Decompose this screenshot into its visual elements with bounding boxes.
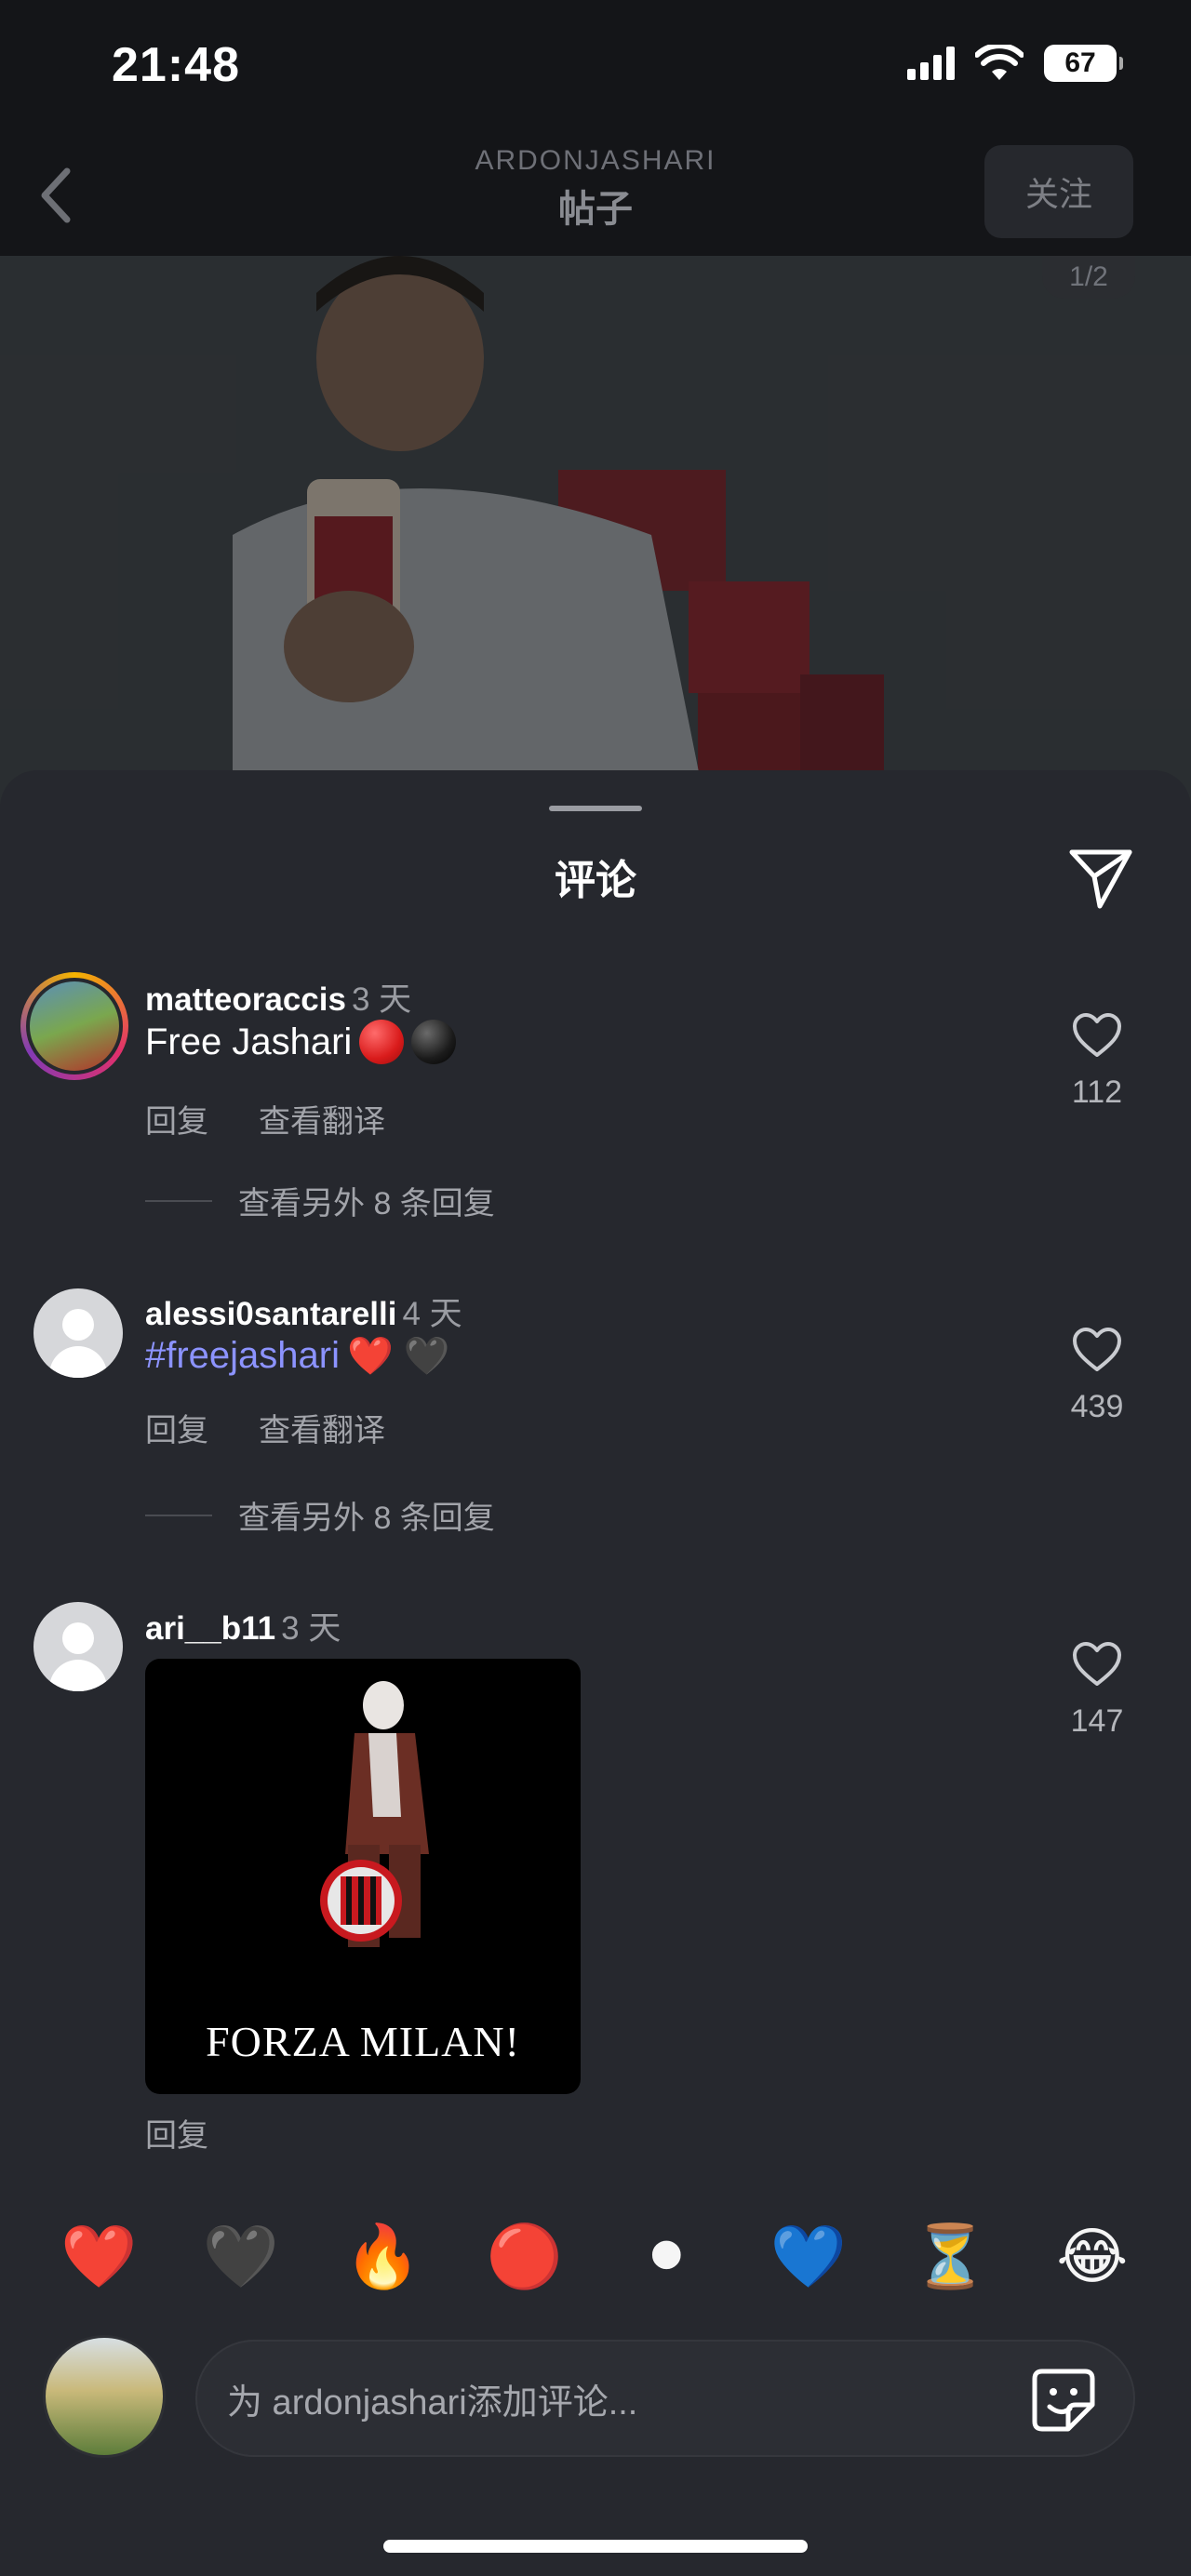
emoji-black-circle[interactable]: ⚫	[629, 2219, 703, 2293]
emoji-heart-red[interactable]: ❤️	[60, 2219, 137, 2293]
comment-time: 3 天	[351, 981, 412, 1018]
comment-username[interactable]: alessi0santarelli	[145, 1296, 396, 1332]
divider	[145, 1199, 212, 1202]
sticker-icon	[1032, 2369, 1095, 2432]
heart-icon[interactable]	[1072, 1012, 1122, 1059]
sticker-button[interactable]	[1029, 2366, 1098, 2435]
comment-time: 4 天	[402, 1296, 462, 1332]
divider	[145, 1514, 212, 1516]
status-bar: 21:48 67	[0, 0, 1191, 140]
comment-text: Free Jashari	[145, 1020, 457, 1064]
translate-button[interactable]: 查看翻译	[259, 1405, 385, 1450]
comment-input-placeholder: 为 ardonjashari添加评论...	[227, 2382, 638, 2423]
reply-button[interactable]: 回复	[145, 2110, 208, 2156]
status-icons: 67	[907, 45, 1123, 82]
comment-actions: 回复	[145, 2110, 208, 2156]
like-count: 112	[1071, 1074, 1123, 1110]
share-button[interactable]	[1068, 845, 1133, 910]
black-circle-icon	[411, 1020, 457, 1064]
heart-icon[interactable]	[1072, 1327, 1122, 1373]
emoji-heart-blue[interactable]: 💙	[770, 2219, 847, 2293]
cellular-signal-icon	[907, 47, 955, 80]
like-control: 147	[1055, 1641, 1139, 1740]
comment-body: Free Jashari	[145, 1021, 353, 1062]
comment-header: matteoraccis 3 天	[145, 973, 411, 1021]
current-user-avatar	[43, 2335, 166, 2458]
comment-time: 3 天	[281, 1610, 341, 1647]
avatar[interactable]	[33, 1288, 123, 1378]
emoji-fire[interactable]: 🔥	[344, 2219, 421, 2293]
avatar[interactable]	[33, 1602, 123, 1691]
like-count: 147	[1070, 1703, 1124, 1739]
follow-button[interactable]: 关注	[984, 145, 1133, 238]
comment-emojis: ❤️ 🖤	[347, 1336, 450, 1377]
comment-header: ari__b11 3 天	[145, 1602, 341, 1649]
comment-username[interactable]: ari__b11	[145, 1610, 275, 1647]
comment-header: alessi0santarelli 4 天	[145, 1288, 462, 1335]
view-more-label: 查看另外 8 条回复	[238, 1501, 495, 1536]
comment-text: #freejashari ❤️ 🖤	[145, 1334, 450, 1378]
post-photo: 1/2	[0, 256, 1191, 814]
like-control: 112	[1055, 1012, 1139, 1111]
emoji-hourglass[interactable]: ⏳	[912, 2219, 988, 2293]
emoji-laughing[interactable]: 😂	[1055, 2219, 1130, 2293]
comment-input[interactable]: 为 ardonjashari添加评论...	[195, 2340, 1135, 2457]
quick-emoji-bar: ❤️ 🖤 🔥 🔴 ⚫ 💙 ⏳ 😂	[0, 2214, 1191, 2298]
view-more-replies[interactable]: 查看另外 8 条回复	[145, 1178, 495, 1223]
heart-icon[interactable]	[1072, 1641, 1122, 1688]
emoji-heart-black[interactable]: 🖤	[203, 2219, 279, 2293]
send-icon	[1069, 849, 1132, 909]
sheet-drag-handle[interactable]	[549, 806, 642, 811]
avatar[interactable]	[20, 972, 128, 1080]
comment-actions: 回复 查看翻译	[145, 1096, 385, 1141]
battery-icon: 67	[1044, 45, 1123, 82]
comment-username[interactable]: matteoraccis	[145, 981, 346, 1018]
home-indicator[interactable]	[383, 2540, 808, 2553]
wifi-icon	[975, 45, 1024, 80]
page-counter: 1/2	[1042, 256, 1135, 299]
view-more-replies[interactable]: 查看另外 8 条回复	[145, 1492, 495, 1538]
status-time: 21:48	[112, 38, 240, 92]
reply-button[interactable]: 回复	[145, 1096, 208, 1141]
comment-actions: 回复 查看翻译	[145, 1405, 385, 1450]
photo-dim-overlay	[0, 256, 1191, 814]
reply-button[interactable]: 回复	[145, 1405, 208, 1450]
view-more-label: 查看另外 8 条回复	[238, 1186, 495, 1221]
emoji-red-circle[interactable]: 🔴	[487, 2219, 563, 2293]
top-nav: ARDONJASHARI 帖子 关注	[0, 140, 1191, 256]
sheet-title: 评论	[555, 858, 636, 903]
translate-button[interactable]: 查看翻译	[259, 1096, 385, 1141]
like-count: 439	[1070, 1389, 1124, 1424]
gif-caption: FORZA MILAN!	[206, 2018, 520, 2065]
battery-level: 67	[1064, 47, 1096, 78]
hashtag-link[interactable]: #freejashari	[145, 1335, 340, 1377]
comment-gif[interactable]: FORZA MILAN!	[145, 1659, 581, 2094]
red-circle-icon	[359, 1020, 405, 1064]
like-control: 439	[1055, 1327, 1139, 1425]
